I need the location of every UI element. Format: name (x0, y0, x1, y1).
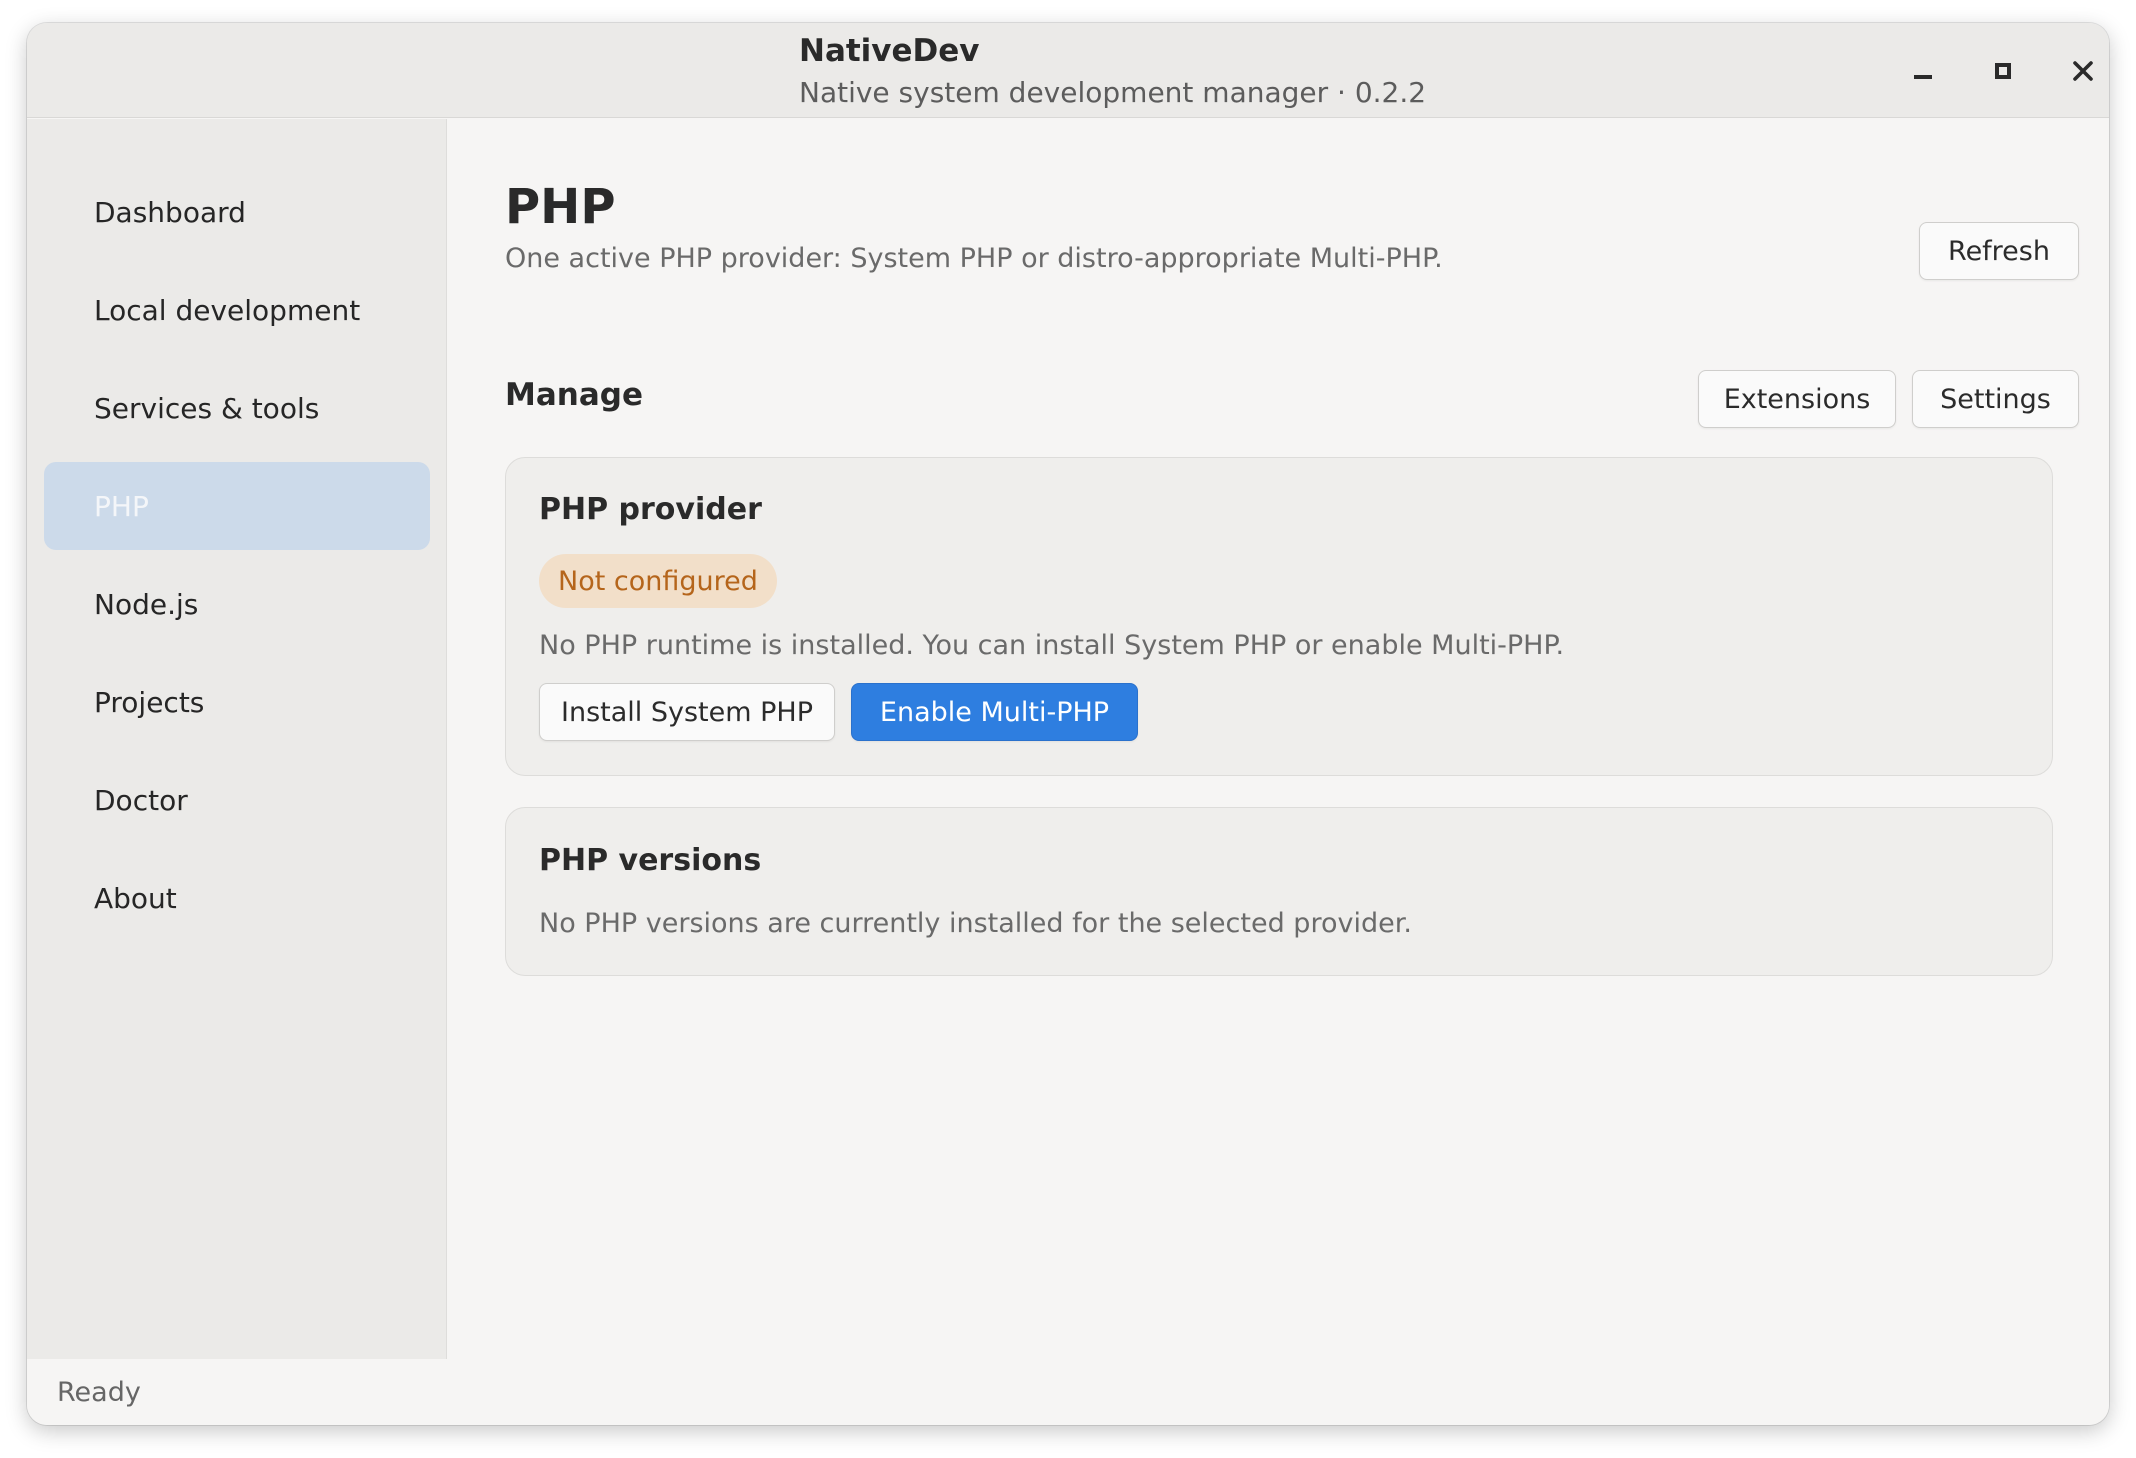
status-bar: Ready (27, 1359, 2109, 1425)
sidebar-item-about[interactable]: About (44, 854, 430, 942)
sidebar-item-nodejs[interactable]: Node.js (44, 560, 430, 648)
title-group: NativeDev Native system development mana… (799, 29, 1426, 113)
minimize-icon (1914, 75, 1932, 79)
minimize-button[interactable] (1901, 49, 1945, 93)
php-provider-card: PHP provider Not configured No PHP runti… (505, 457, 2053, 776)
sidebar: Dashboard Local development Services & t… (27, 119, 447, 1359)
manage-section-title: Manage (505, 377, 643, 413)
sidebar-item-services-tools[interactable]: Services & tools (44, 364, 430, 452)
sidebar-item-local-development[interactable]: Local development (44, 266, 430, 354)
main-content: PHP One active PHP provider: System PHP … (448, 119, 2109, 1359)
install-system-php-button[interactable]: Install System PHP (539, 683, 835, 741)
php-provider-title: PHP provider (539, 492, 762, 527)
enable-multi-php-button[interactable]: Enable Multi-PHP (851, 683, 1138, 741)
title-bar[interactable]: NativeDev Native system development mana… (27, 23, 2109, 118)
php-versions-title: PHP versions (539, 843, 762, 878)
maximize-icon (1995, 63, 2011, 79)
refresh-button[interactable]: Refresh (1919, 222, 2079, 280)
maximize-button[interactable] (1981, 49, 2025, 93)
app-subtitle: Native system development manager · 0.2.… (799, 76, 1427, 109)
php-provider-message: No PHP runtime is installed. You can ins… (539, 630, 1565, 661)
app-window: NativeDev Native system development mana… (27, 23, 2109, 1425)
extensions-button[interactable]: Extensions (1698, 370, 1896, 428)
close-icon (2073, 61, 2093, 81)
app-title: NativeDev (799, 33, 980, 69)
page-description: One active PHP provider: System PHP or d… (505, 243, 1443, 274)
sidebar-item-dashboard[interactable]: Dashboard (44, 168, 430, 256)
sidebar-item-doctor[interactable]: Doctor (44, 756, 430, 844)
close-button[interactable] (2061, 49, 2105, 93)
page-title: PHP (505, 179, 616, 235)
sidebar-item-php[interactable]: PHP (44, 462, 430, 550)
php-versions-card: PHP versions No PHP versions are current… (505, 807, 2053, 976)
php-versions-message: No PHP versions are currently installed … (539, 908, 1412, 939)
sidebar-item-projects[interactable]: Projects (44, 658, 430, 746)
status-badge: Not configured (539, 554, 777, 608)
settings-button[interactable]: Settings (1912, 370, 2079, 428)
